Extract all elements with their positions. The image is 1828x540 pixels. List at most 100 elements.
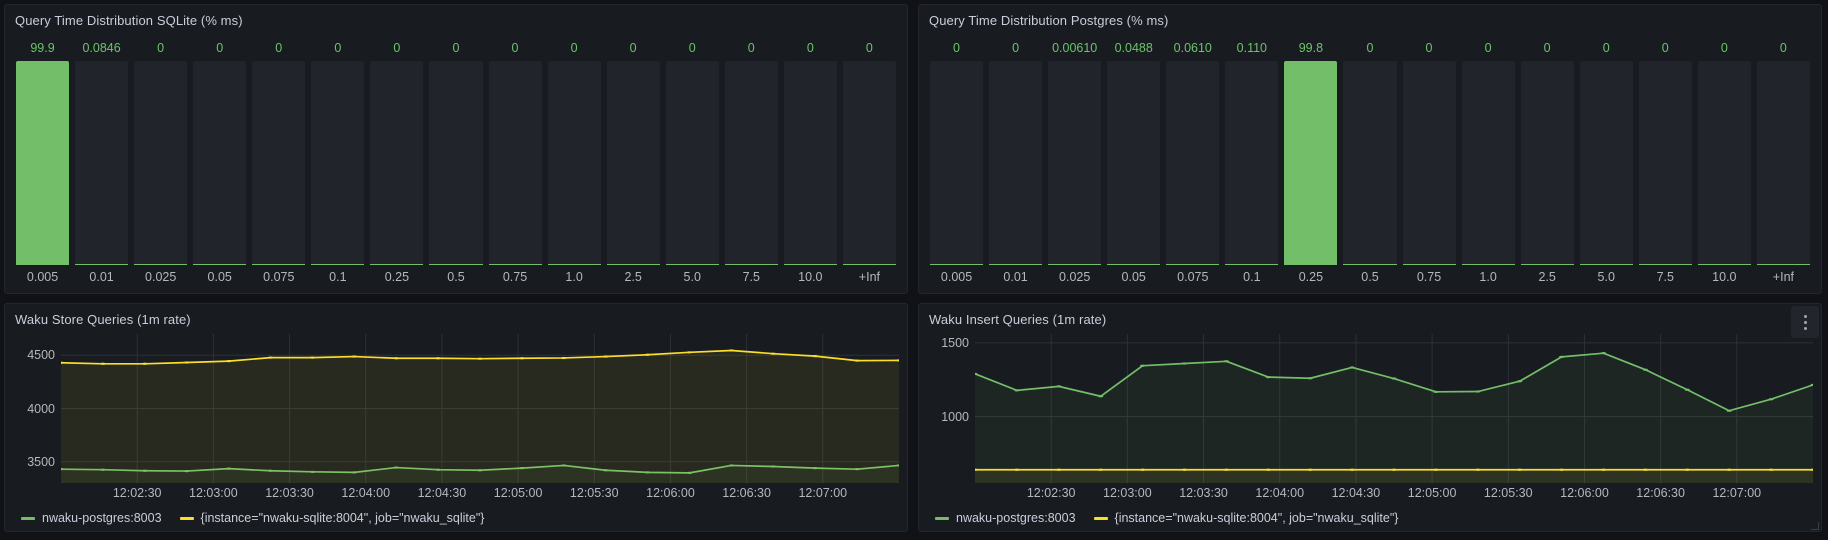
legend-item-postgres[interactable]: nwaku-postgres:8003 — [935, 511, 1076, 525]
histogram-value-label: 0 — [545, 41, 604, 55]
histogram-value-label: 0 — [1518, 41, 1577, 55]
x-axis-tick-label: 12:05:30 — [570, 486, 619, 500]
histogram-category-label: +Inf — [840, 270, 899, 284]
x-axis-tick-label: 12:03:00 — [189, 486, 238, 500]
plot-area[interactable] — [61, 334, 899, 483]
histogram-value-label: 0 — [1754, 41, 1813, 55]
panel-title: Query Time Distribution Postgres (% ms) — [929, 13, 1168, 28]
plot-area[interactable] — [975, 334, 1813, 483]
timeseries-body: 350040004500 12:02:3012:03:0012:03:3012:… — [5, 334, 907, 531]
histogram-bar-cell[interactable] — [72, 61, 131, 264]
histogram-value-label: 0 — [663, 41, 722, 55]
legend-item-sqlite[interactable]: {instance="nwaku-sqlite:8004", job="nwak… — [1094, 511, 1399, 525]
panel-header[interactable]: Query Time Distribution Postgres (% ms) — [919, 5, 1821, 35]
histogram-bar-cell[interactable] — [1045, 61, 1104, 264]
histogram-category-label: 0.01 — [986, 270, 1045, 284]
histogram-value-label: 0.0610 — [1163, 41, 1222, 55]
histogram-bar-cell[interactable] — [927, 61, 986, 264]
legend: nwaku-postgres:8003 {instance="nwaku-sql… — [923, 505, 1813, 531]
histogram-bar-cell[interactable] — [1577, 61, 1636, 264]
histogram-bar-track — [1107, 61, 1160, 264]
panel-resize-grip[interactable] — [1811, 522, 1819, 530]
legend: nwaku-postgres:8003 {instance="nwaku-sql… — [9, 505, 899, 531]
histogram-category-labels: 0.0050.010.0250.050.0750.10.250.50.751.0… — [927, 267, 1813, 287]
histogram-bar-track — [1698, 61, 1751, 264]
histogram-category-label: 0.025 — [131, 270, 190, 284]
y-axis-tick-label: 4000 — [27, 402, 55, 416]
histogram-bar-track — [1166, 61, 1219, 264]
histogram-bar-cell[interactable] — [308, 61, 367, 264]
histogram-bar-cell[interactable] — [545, 61, 604, 264]
histogram-bar-cell[interactable] — [1104, 61, 1163, 264]
histogram-bar-cell[interactable] — [367, 61, 426, 264]
x-axis-tick-label: 12:02:30 — [113, 486, 162, 500]
y-axis: 350040004500 — [9, 334, 61, 483]
histogram-bar-cell[interactable] — [663, 61, 722, 264]
histogram-bar-cell[interactable] — [426, 61, 485, 264]
histogram-bar-track — [429, 61, 482, 264]
panel-title: Waku Store Queries (1m rate) — [15, 312, 191, 327]
histogram-bar-cell[interactable] — [190, 61, 249, 264]
histogram-bar-cell[interactable] — [1281, 61, 1340, 264]
histogram-bar-track — [16, 61, 69, 264]
histogram-bar-track — [311, 61, 364, 264]
histogram-value-label: 0 — [927, 41, 986, 55]
legend-color-swatch — [21, 517, 35, 520]
histogram-category-label: 1.0 — [1459, 270, 1518, 284]
histogram-category-label: 5.0 — [663, 270, 722, 284]
histogram-category-label: 0.1 — [308, 270, 367, 284]
histogram-bar-track — [489, 61, 542, 264]
histogram-bar-cell[interactable] — [1695, 61, 1754, 264]
histogram-category-label: 7.5 — [722, 270, 781, 284]
legend-item-sqlite[interactable]: {instance="nwaku-sqlite:8004", job="nwak… — [180, 511, 485, 525]
histogram-value-labels: 000.006100.04880.06100.11099.800000000 — [927, 35, 1813, 61]
panel-header[interactable]: Waku Insert Queries (1m rate) — [919, 304, 1821, 334]
histogram-bar-cell[interactable] — [1518, 61, 1577, 264]
legend-label: {instance="nwaku-sqlite:8004", job="nwak… — [201, 511, 485, 525]
histogram-bar-cell[interactable] — [986, 61, 1045, 264]
histogram-bar-cell[interactable] — [1400, 61, 1459, 264]
histogram-bar-cell[interactable] — [13, 61, 72, 264]
histogram-bar-cell[interactable] — [131, 61, 190, 264]
histogram-category-label: 7.5 — [1636, 270, 1695, 284]
histogram-category-label: 0.75 — [486, 270, 545, 284]
histogram-bar-cell[interactable] — [722, 61, 781, 264]
x-axis-tick-label: 12:04:30 — [418, 486, 467, 500]
histogram-value-label: 0.110 — [1222, 41, 1281, 55]
histogram-bar-cell[interactable] — [1636, 61, 1695, 264]
x-axis-tick-label: 12:05:30 — [1484, 486, 1533, 500]
histogram-category-label: 2.5 — [1518, 270, 1577, 284]
histogram-bar-fill — [16, 61, 69, 264]
histogram-bar-cell[interactable] — [486, 61, 545, 264]
histogram-bar-track — [1580, 61, 1633, 264]
x-axis-tick-label: 12:04:00 — [1255, 486, 1304, 500]
grafana-dashboard: Query Time Distribution SQLite (% ms) 99… — [0, 0, 1828, 540]
histogram-bar-cell[interactable] — [840, 61, 899, 264]
histogram-bar-cell[interactable] — [1754, 61, 1813, 264]
histogram-bar-track — [1225, 61, 1278, 264]
timeseries-plot-wrap: 10001500 — [923, 334, 1813, 483]
histogram-bar-cell[interactable] — [1163, 61, 1222, 264]
histogram-category-label: 1.0 — [545, 270, 604, 284]
histogram-category-label: 0.75 — [1400, 270, 1459, 284]
x-axis: 12:02:3012:03:0012:03:3012:04:0012:04:30… — [975, 483, 1813, 505]
histogram-bar-track — [843, 61, 896, 264]
legend-label: nwaku-postgres:8003 — [42, 511, 162, 525]
histogram-bar-cell[interactable] — [781, 61, 840, 264]
histogram-bar-cell[interactable] — [249, 61, 308, 264]
histogram-bars — [13, 61, 899, 264]
x-axis: 12:02:3012:03:0012:03:3012:04:0012:04:30… — [61, 483, 899, 505]
panel-header[interactable]: Waku Store Queries (1m rate) — [5, 304, 907, 334]
histogram-bar-cell[interactable] — [1340, 61, 1399, 264]
histogram-category-label: 0.1 — [1222, 270, 1281, 284]
histogram-category-label: 0.005 — [13, 270, 72, 284]
histogram-value-label: 0 — [367, 41, 426, 55]
histogram-bar-cell[interactable] — [1222, 61, 1281, 264]
histogram-bar-cell[interactable] — [604, 61, 663, 264]
histogram-bar-cell[interactable] — [1459, 61, 1518, 264]
panel-header[interactable]: Query Time Distribution SQLite (% ms) — [5, 5, 907, 35]
histogram-value-label: 0 — [190, 41, 249, 55]
legend-item-postgres[interactable]: nwaku-postgres:8003 — [21, 511, 162, 525]
histogram-bar-track — [989, 61, 1042, 264]
legend-color-swatch — [180, 517, 194, 520]
